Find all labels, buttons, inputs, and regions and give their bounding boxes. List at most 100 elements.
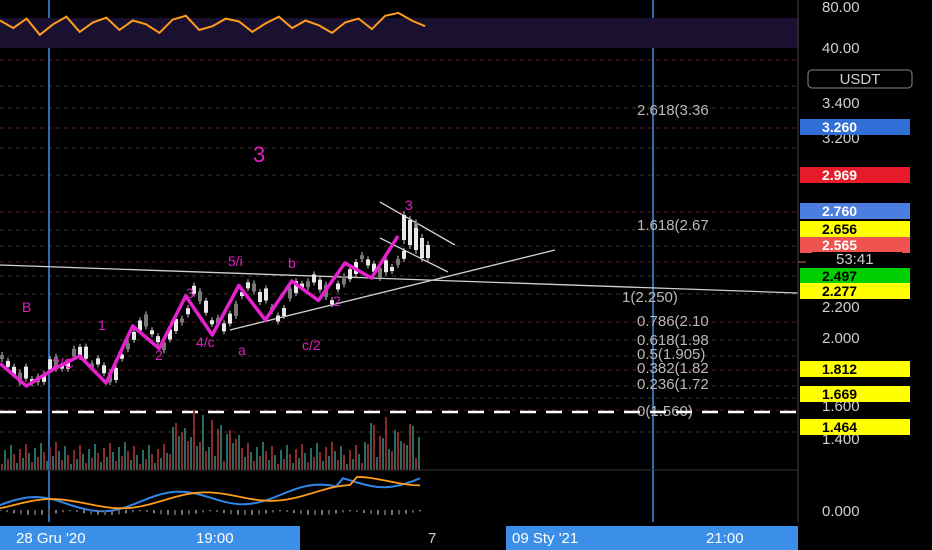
time-label-date-right: 09 Sty '21 (512, 530, 578, 547)
volume-bar (61, 460, 63, 470)
candle-body (252, 283, 256, 292)
volume-bar (37, 457, 39, 470)
volume-bar (7, 459, 9, 470)
candle-body (348, 269, 352, 280)
fib-level-label: 0.786(2.10 (637, 313, 709, 330)
wave-label: 3 (186, 285, 194, 301)
chart-canvas[interactable]: 2.618(3.36 1.618(2.67 1(2.250) 0.786(2.10 0.… (0, 0, 932, 550)
volume-bar (364, 442, 366, 470)
volume-bar (10, 445, 12, 470)
volume-bar (286, 445, 288, 470)
axis-tick-label: 3.400 (822, 95, 860, 112)
volume-bar (22, 458, 24, 470)
macd-histogram-bar (153, 510, 155, 514)
volume-bar (103, 448, 105, 470)
macd-histogram-bar (0, 510, 1, 511)
volume-bar (121, 456, 123, 470)
candle-body (198, 291, 202, 302)
macd-histogram-bar (356, 510, 358, 512)
volume-bar (265, 451, 267, 470)
volume-bar (232, 443, 234, 470)
time-axis[interactable]: 28 Gru '20 19:00 7 09 Sty '21 21:00 (0, 522, 932, 550)
candle-body (276, 315, 280, 322)
volume-bar (346, 464, 348, 470)
candle-body (126, 343, 130, 350)
macd-histogram-bar (286, 510, 288, 512)
macd-histogram-bar (174, 510, 176, 515)
macd-histogram-bar (328, 510, 330, 515)
price-tag-label: 2.969 (822, 167, 857, 183)
macd-histogram-bar (398, 510, 400, 515)
macd-histogram-bar (20, 510, 22, 515)
volume-bar (337, 460, 339, 470)
macd-histogram-bar (251, 510, 253, 515)
candle-body (84, 346, 88, 359)
candle-body (426, 245, 430, 258)
macd-histogram-bar (167, 510, 169, 515)
macd-histogram-bar (216, 510, 218, 513)
volume-bar (58, 451, 60, 470)
volume-bar (196, 446, 198, 470)
macd-histogram-bar (293, 510, 295, 514)
macd-histogram-bar (244, 510, 246, 515)
volume-bar (262, 442, 264, 470)
volume-bar (112, 452, 114, 470)
volume-bar (178, 436, 180, 470)
volume-bar (52, 456, 54, 470)
candle-body (390, 267, 394, 272)
volume-bar (280, 450, 282, 470)
axis-tick-label: 2.000 (822, 330, 860, 347)
macd-histogram-bar (349, 510, 351, 512)
volume-bar (253, 461, 255, 470)
macd-histogram-bar (377, 510, 379, 515)
volume-bar (82, 454, 84, 470)
fib-level-label: 1(2.250) (622, 289, 678, 306)
volume-bar (331, 442, 333, 470)
volume-bar (28, 453, 30, 470)
volume-bar (418, 437, 420, 470)
volume-bar (229, 430, 231, 470)
fibonacci-levels: 2.618(3.36 1.618(2.67 1(2.250) 0.786(2.10 0.… (622, 102, 709, 420)
volume-bar (187, 441, 189, 470)
price-tag-label: 3.260 (822, 119, 857, 135)
volume-bar (31, 462, 33, 470)
axis-tick-label: 2.200 (822, 299, 860, 316)
volume-bar (223, 461, 225, 470)
currency-badge-label: USDT (840, 71, 881, 88)
volume-bar (256, 447, 258, 470)
candle-body (402, 215, 406, 240)
volume-bar (175, 423, 177, 470)
volume-bar (259, 456, 261, 470)
wave-count-label: 3 (253, 142, 265, 167)
volume-bar (4, 450, 6, 470)
macd-histogram-bar (188, 510, 190, 515)
macd-histogram-bar (321, 510, 323, 515)
volume-bar (40, 443, 42, 470)
volume-bar (277, 464, 279, 470)
volume-bar (181, 432, 183, 470)
volume-bar (307, 462, 309, 470)
volume-bar (148, 445, 150, 470)
volume-bar (19, 449, 21, 470)
volume-bar (358, 454, 360, 470)
candle-body (114, 368, 118, 381)
volume-bar (55, 442, 57, 470)
currency-badge[interactable]: USDT (807, 69, 913, 89)
wave-label: a (238, 342, 246, 358)
volume-bar (13, 454, 15, 470)
macd-histogram-bar (391, 510, 393, 515)
volume-bar (139, 464, 141, 470)
macd-histogram-bar (258, 510, 260, 515)
candle-body (204, 300, 208, 313)
volume-bar (94, 444, 96, 470)
volume-bar (412, 426, 414, 470)
volume-bar (166, 453, 168, 470)
volume-bar (67, 455, 69, 470)
volume-bar (142, 450, 144, 470)
macd-histogram-bar (181, 510, 183, 515)
macd-histogram-bar (405, 510, 407, 514)
macd-histogram-bar (230, 510, 232, 515)
macd-histogram-bar (314, 510, 316, 515)
candle-body (0, 355, 4, 359)
macd-histogram-bar (62, 510, 64, 513)
